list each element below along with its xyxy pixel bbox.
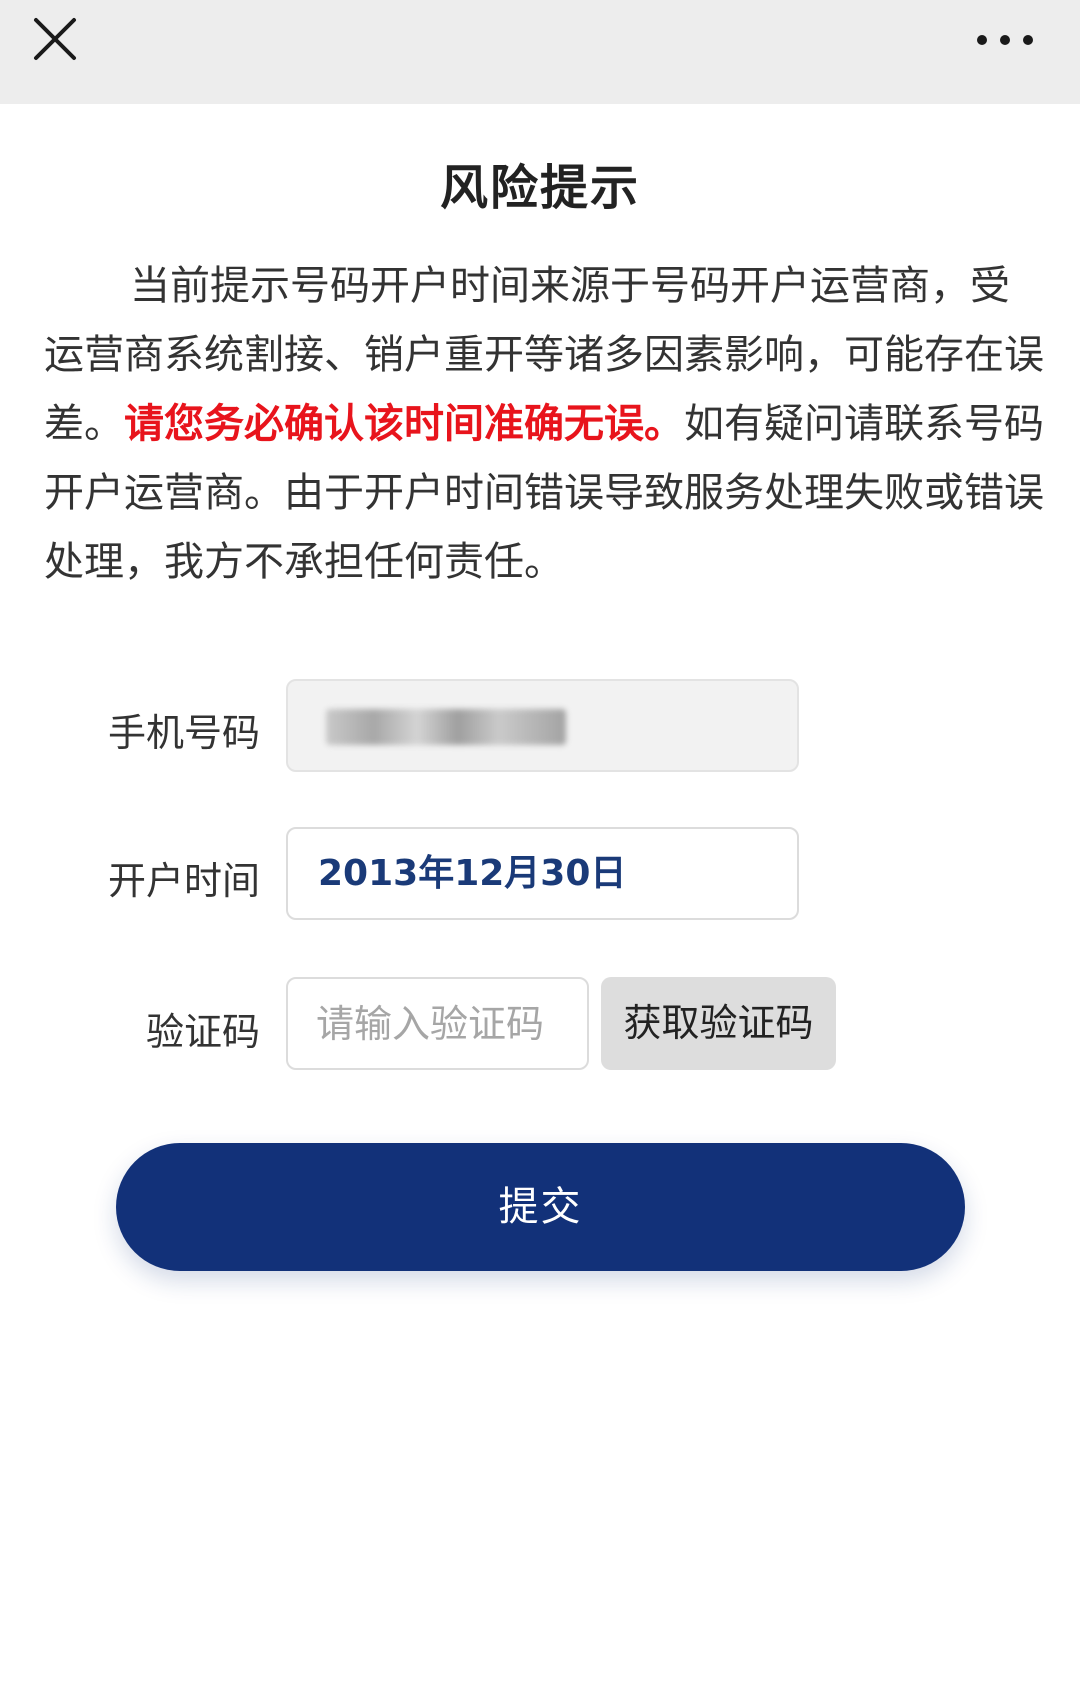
- close-icon: [34, 18, 76, 60]
- risk-notice-text: 当前提示号码开户时间来源于号码开户运营商，受运营商系统割接、销户重开等诸多因素影…: [44, 252, 1044, 597]
- submit-button[interactable]: 提交: [116, 1143, 965, 1271]
- get-code-button[interactable]: 获取验证码: [601, 977, 836, 1070]
- more-horizontal-icon: [977, 35, 1033, 45]
- notice-warning-text: 请您务必确认该时间准确无误。: [124, 401, 684, 447]
- masked-phone-number: [326, 709, 566, 745]
- open-time-label: 开户时间: [107, 859, 260, 903]
- open-time-field: 2013年12月30日: [286, 827, 799, 920]
- code-input[interactable]: [288, 979, 587, 1068]
- top-nav-bar: [0, 0, 1080, 104]
- more-options-button[interactable]: [970, 22, 1040, 58]
- phone-label: 手机号码: [107, 711, 260, 755]
- close-button[interactable]: [30, 14, 80, 64]
- open-time-value: 2013年12月30日: [318, 853, 627, 894]
- code-field: [286, 977, 589, 1070]
- phone-field: [286, 679, 799, 772]
- code-label: 验证码: [145, 1010, 260, 1054]
- page-title: 风险提示: [439, 160, 640, 216]
